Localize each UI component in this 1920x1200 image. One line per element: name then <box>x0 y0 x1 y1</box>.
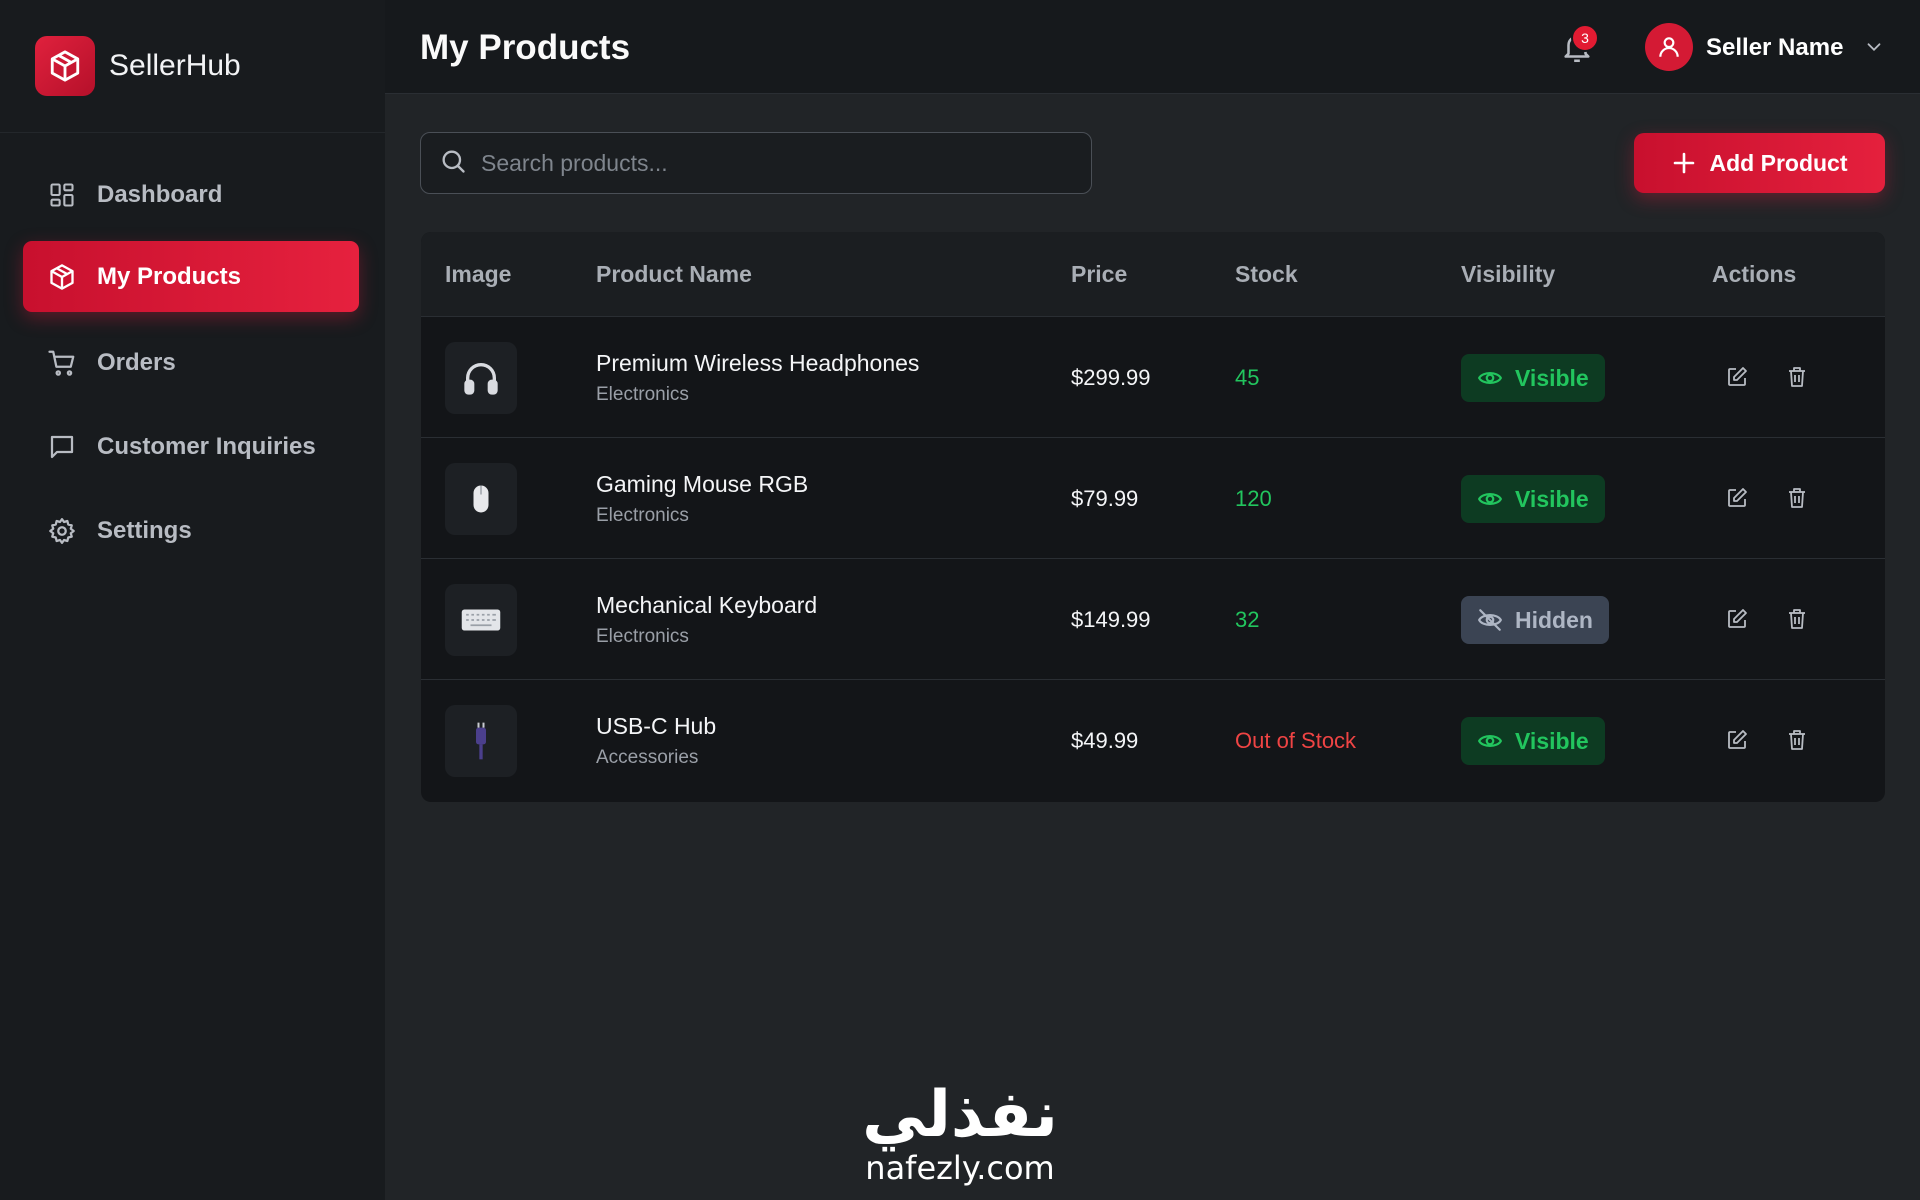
product-name: Mechanical Keyboard <box>596 592 818 618</box>
watermark-arabic: نفذلي <box>862 1078 1058 1152</box>
edit-icon[interactable] <box>1723 363 1751 391</box>
visibility-toggle[interactable]: Hidden <box>1461 596 1609 644</box>
column-header-image: Image <box>445 261 512 287</box>
table-header: Image Product Name Price Stock Visibilit… <box>421 232 1885 316</box>
sidebar: SellerHub Dashboard My Products Orders C… <box>0 0 385 1200</box>
box-icon <box>47 262 77 292</box>
sidebar-item-settings[interactable]: Settings <box>23 495 359 566</box>
cart-icon <box>47 348 77 378</box>
visibility-label: Visible <box>1515 727 1589 754</box>
eye-icon <box>1477 486 1503 512</box>
product-stock: 32 <box>1235 607 1260 632</box>
trash-icon[interactable] <box>1783 605 1811 633</box>
product-name: Gaming Mouse RGB <box>596 471 809 497</box>
add-product-label: Add Product <box>1709 149 1848 176</box>
edit-icon[interactable] <box>1723 726 1751 754</box>
dashboard-grid-icon <box>47 180 77 210</box>
column-header-product-name: Product Name <box>596 261 752 287</box>
brand-name: SellerHub <box>109 49 241 82</box>
product-category: Electronics <box>596 626 689 647</box>
visibility-toggle[interactable]: Visible <box>1461 717 1605 765</box>
table-row: Mechanical Keyboard Electronics $149.99 … <box>421 558 1885 679</box>
product-name: Premium Wireless Headphones <box>596 350 920 376</box>
table-row: USB-C Hub Accessories $49.99 Out of Stoc… <box>421 679 1885 800</box>
table-row: Premium Wireless Headphones Electronics … <box>421 316 1885 437</box>
column-header-visibility: Visibility <box>1461 261 1556 287</box>
eye-icon <box>1477 728 1503 754</box>
keyboard-icon <box>445 584 517 656</box>
plus-icon <box>1672 151 1696 175</box>
product-category: Electronics <box>596 384 689 405</box>
sidebar-item-my-products[interactable]: My Products <box>23 241 359 312</box>
user-name[interactable]: Seller Name <box>1706 34 1843 62</box>
product-price: $79.99 <box>1071 486 1139 511</box>
avatar[interactable] <box>1645 23 1693 71</box>
column-header-actions: Actions <box>1712 261 1797 287</box>
gear-icon <box>47 516 77 546</box>
search-icon <box>439 147 467 180</box>
trash-icon[interactable] <box>1783 363 1811 391</box>
headphones-icon <box>445 342 517 414</box>
trash-icon[interactable] <box>1783 484 1811 512</box>
sidebar-item-customer-inquiries[interactable]: Customer Inquiries <box>23 411 359 482</box>
sidebar-item-label: My Products <box>97 262 242 290</box>
mouse-icon <box>445 463 517 535</box>
product-category: Accessories <box>596 747 699 768</box>
visibility-label: Visible <box>1515 485 1589 512</box>
product-stock: 45 <box>1235 365 1260 390</box>
brand: SellerHub <box>0 0 385 133</box>
sidebar-item-label: Orders <box>97 348 176 376</box>
search-input[interactable] <box>481 149 1041 177</box>
eye-icon <box>1477 365 1503 391</box>
visibility-toggle[interactable]: Visible <box>1461 354 1605 402</box>
usb-hub-icon <box>445 705 517 777</box>
chevron-down-icon[interactable] <box>1863 36 1885 58</box>
edit-icon[interactable] <box>1723 484 1751 512</box>
page-title: My Products <box>420 28 631 67</box>
visibility-label: Hidden <box>1515 606 1593 633</box>
visibility-label: Visible <box>1515 364 1589 391</box>
sidebar-item-label: Settings <box>97 516 192 544</box>
sidebar-item-label: Dashboard <box>97 180 223 208</box>
eye-off-icon <box>1477 607 1503 633</box>
product-price: $49.99 <box>1071 728 1139 753</box>
product-price: $149.99 <box>1071 607 1151 632</box>
watermark-latin: nafezly.com <box>865 1149 1055 1187</box>
product-price: $299.99 <box>1071 365 1151 390</box>
search-box[interactable] <box>420 132 1092 194</box>
message-icon <box>47 432 77 462</box>
visibility-toggle[interactable]: Visible <box>1461 475 1605 523</box>
table-row: Gaming Mouse RGB Electronics $79.99 120 … <box>421 437 1885 558</box>
product-name: USB-C Hub <box>596 713 717 739</box>
edit-icon[interactable] <box>1723 605 1751 633</box>
product-stock: Out of Stock <box>1235 728 1357 753</box>
column-header-price: Price <box>1071 261 1128 287</box>
column-header-stock: Stock <box>1235 261 1298 287</box>
product-stock: 120 <box>1235 486 1272 511</box>
box-logo-icon <box>35 36 95 96</box>
sidebar-item-orders[interactable]: Orders <box>23 327 359 398</box>
add-product-button[interactable]: Add Product <box>1634 133 1885 193</box>
product-category: Electronics <box>596 505 689 526</box>
top-header: My Products 3 Seller Name <box>385 0 1920 94</box>
sidebar-item-label: Customer Inquiries <box>97 432 316 460</box>
trash-icon[interactable] <box>1783 726 1811 754</box>
sidebar-item-dashboard[interactable]: Dashboard <box>23 159 359 230</box>
products-table: Image Product Name Price Stock Visibilit… <box>421 232 1885 802</box>
notification-badge: 3 <box>1571 24 1599 52</box>
watermark: نفذلي nafezly.com <box>840 1080 1080 1186</box>
